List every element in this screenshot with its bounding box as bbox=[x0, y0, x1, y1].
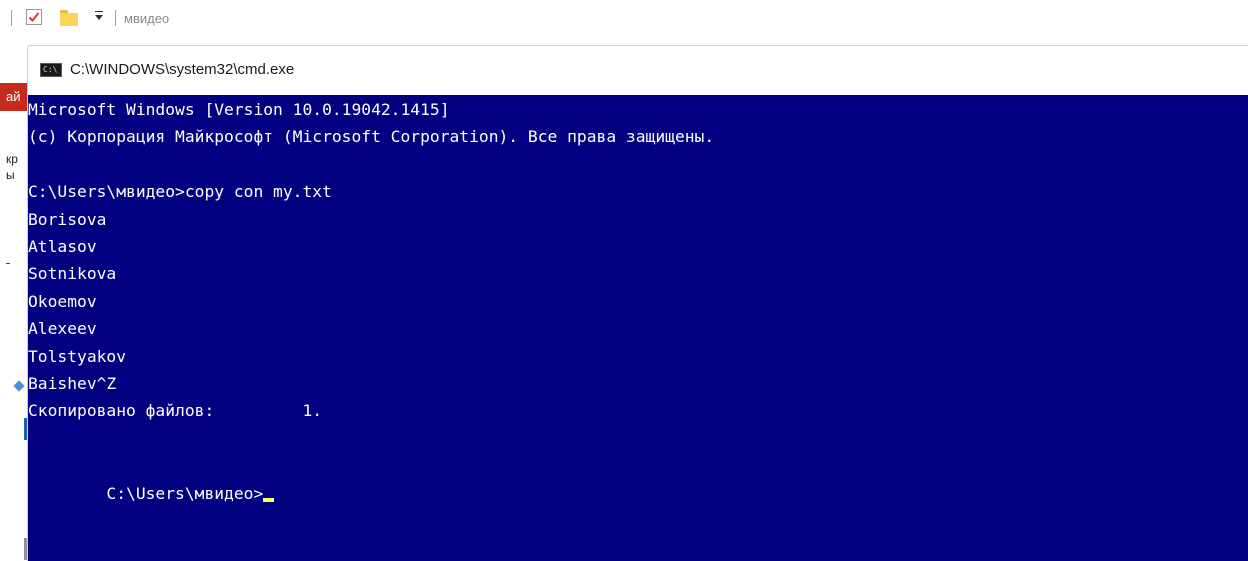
explorer-file-tab[interactable]: ай bbox=[0, 83, 28, 111]
nav-selection-indicator bbox=[24, 418, 27, 440]
nav-fragment-text: ы bbox=[6, 168, 15, 182]
pin-icon[interactable] bbox=[13, 380, 25, 392]
cmd-app-icon-label: C:\ bbox=[43, 65, 58, 74]
cmd-window[interactable]: C:\ C:\WINDOWS\system32\cmd.exe Microsof… bbox=[28, 46, 1248, 561]
dropdown-bar bbox=[95, 11, 103, 12]
cmd-app-icon[interactable]: C:\ bbox=[40, 63, 62, 77]
console-line: Okoemov bbox=[28, 291, 97, 311]
nav-scroll-indicator bbox=[24, 538, 27, 560]
desktop-screen: мвидео ай кр ы C:\ C:\WINDOWS\system32\c… bbox=[0, 0, 1248, 561]
toolbar-separator bbox=[115, 10, 116, 26]
console-line: Tolstyakov bbox=[28, 346, 127, 366]
console-output-area[interactable]: Microsoft Windows [Version 10.0.19042.14… bbox=[28, 95, 1248, 561]
checkmark-icon bbox=[28, 12, 40, 22]
explorer-window-title: мвидео bbox=[124, 11, 170, 26]
text-cursor bbox=[263, 497, 275, 502]
file-tab-label: ай bbox=[6, 89, 21, 104]
explorer-navigation-pane: ай кр ы bbox=[0, 38, 28, 561]
cmd-titlebar[interactable]: C:\ C:\WINDOWS\system32\cmd.exe bbox=[28, 46, 1248, 95]
console-line: Borisova bbox=[28, 209, 107, 229]
checkbox-icon[interactable] bbox=[26, 9, 42, 25]
explorer-quick-access-toolbar: мвидео bbox=[0, 0, 1248, 38]
console-line: Alexeev bbox=[28, 319, 97, 339]
console-lines: Microsoft Windows [Version 10.0.19042.14… bbox=[28, 96, 714, 452]
cmd-window-title: C:\WINDOWS\system32\cmd.exe bbox=[70, 61, 295, 78]
console-prompt-line[interactable]: C:\Users\мвидео> bbox=[28, 452, 275, 503]
nav-fragment-dash bbox=[6, 263, 10, 264]
dropdown-triangle bbox=[95, 15, 103, 20]
console-line: C:\Users\мвидео>copy con my.txt bbox=[28, 182, 332, 202]
console-line: Atlasov bbox=[28, 236, 97, 256]
folder-icon-body bbox=[60, 13, 78, 26]
console-line: Microsoft Windows [Version 10.0.19042.14… bbox=[28, 100, 450, 119]
console-line: (c) Корпорация Майкрософт (Microsoft Cor… bbox=[28, 127, 715, 147]
toolbar-separator bbox=[11, 10, 12, 26]
console-line: Скопировано файлов: 1. bbox=[28, 401, 323, 421]
console-line: Baishev^Z bbox=[28, 373, 117, 393]
folder-icon[interactable] bbox=[60, 10, 78, 26]
console-prompt: C:\Users\мвидео> bbox=[106, 483, 264, 503]
console-line: Sotnikova bbox=[28, 264, 117, 284]
nav-fragment-text: кр bbox=[6, 152, 18, 166]
